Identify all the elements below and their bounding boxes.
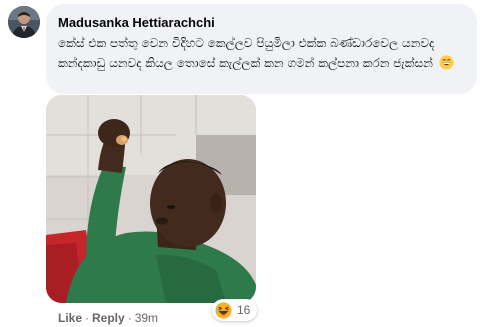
- man-eating-photo: [46, 95, 256, 303]
- separator: ·: [85, 311, 90, 325]
- comment-text-container: කේස් එක පත්තු වෙන විදිහට කෙල්ලව පියුමිලා…: [58, 33, 465, 73]
- reaction-summary[interactable]: 16: [212, 299, 258, 321]
- like-button[interactable]: Like: [58, 311, 82, 325]
- author-name[interactable]: Madusanka Hettiarachchi: [58, 14, 465, 31]
- comment: Madusanka Hettiarachchi කේස් එක පත්තු වෙ…: [0, 0, 484, 327]
- haha-reaction-icon: [215, 301, 232, 319]
- separator: ·: [127, 311, 132, 325]
- comment-actions: Like · Reply · 39m: [58, 311, 158, 325]
- reaction-count: 16: [237, 303, 251, 317]
- avatar[interactable]: [8, 6, 40, 38]
- avatar-image: [8, 6, 40, 38]
- reply-button[interactable]: Reply: [92, 311, 125, 325]
- comment-bubble: Madusanka Hettiarachchi කේස් එක පත්තු වෙ…: [46, 4, 477, 94]
- comment-timestamp[interactable]: 39m: [135, 311, 158, 325]
- grinning-face-icon: [439, 55, 454, 70]
- comment-text: කේස් එක පත්තු වෙන විදිහට කෙල්ලව පියුමිලා…: [58, 36, 435, 70]
- comment-photo[interactable]: [46, 95, 256, 303]
